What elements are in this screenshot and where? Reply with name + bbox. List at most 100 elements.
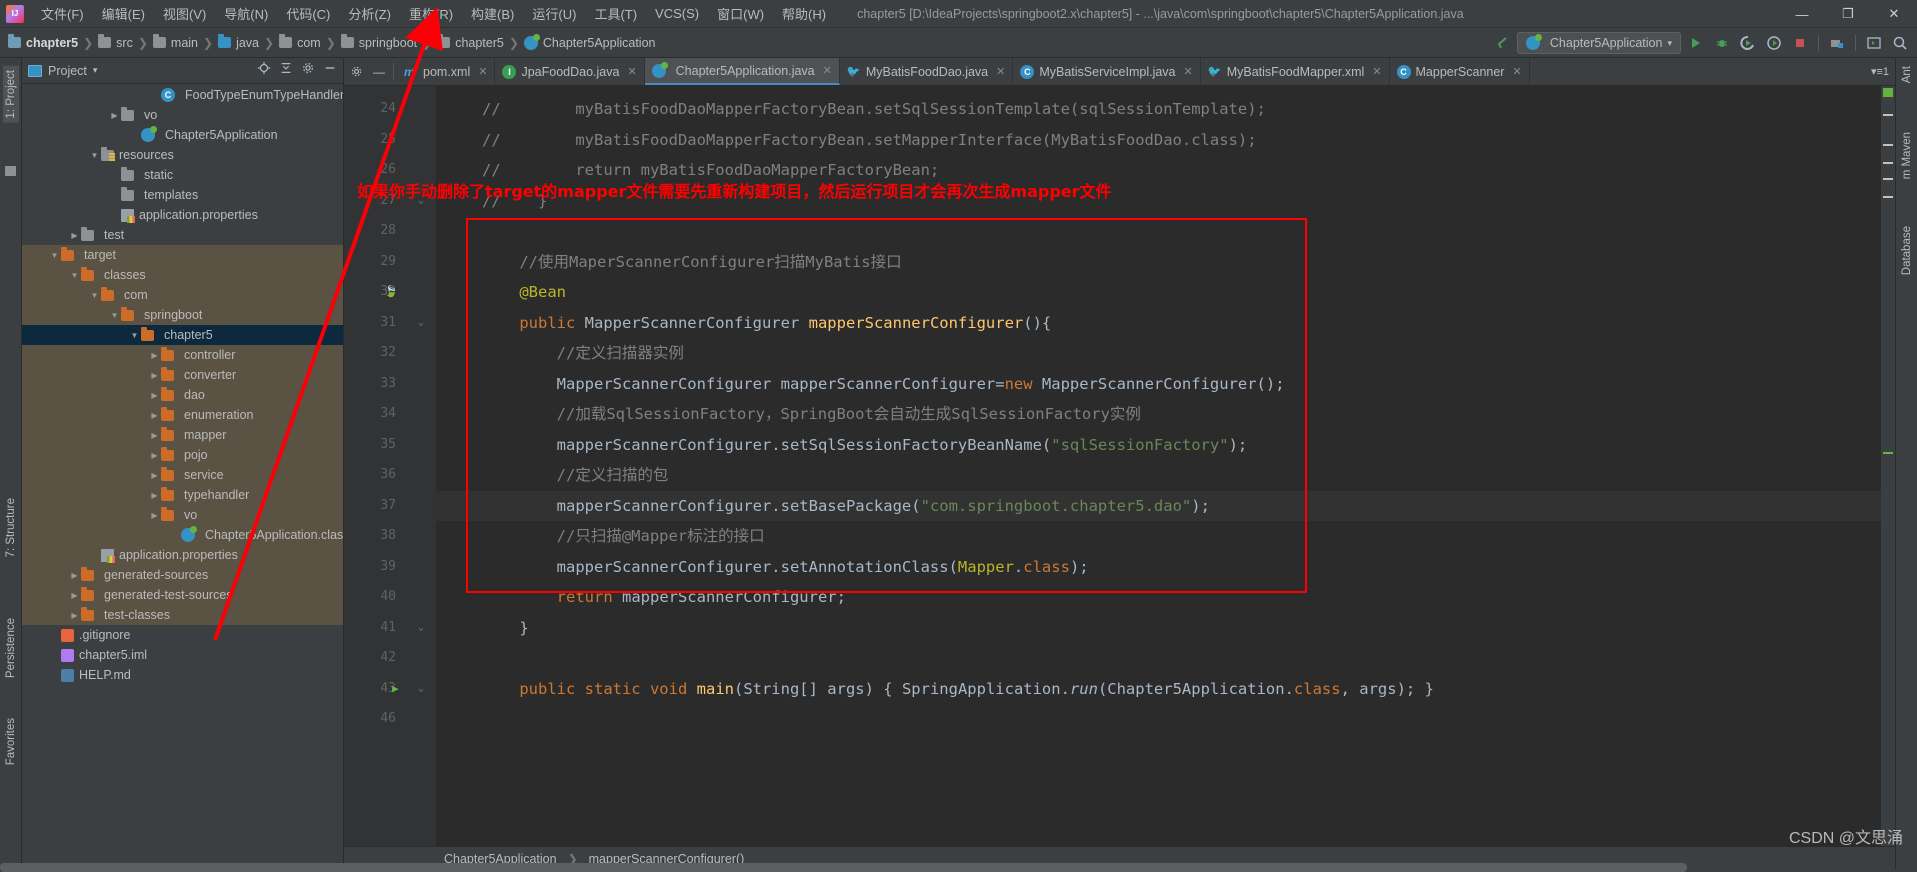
tree-node-target[interactable]: ▼ target [22, 245, 343, 265]
tree-node-help.md[interactable]: HELP.md [22, 665, 343, 685]
editor-hide-icon[interactable]: — [368, 58, 390, 85]
gutter-line[interactable]: 29 [344, 247, 436, 278]
tree-expand-arrow[interactable]: ▼ [88, 291, 101, 300]
menu-bar[interactable]: 文件(F) 编辑(E) 视图(V) 导航(N) 代码(C) 分析(Z) 重构(R… [32, 0, 835, 27]
tree-expand-arrow[interactable]: ▶ [148, 411, 161, 420]
code-line[interactable] [436, 216, 1881, 247]
menu-item-code[interactable]: 代码(C) [277, 0, 339, 27]
gutter-fold-icon[interactable]: ⌄ [418, 613, 424, 644]
breadcrumb-item-main[interactable]: main [152, 34, 198, 50]
gutter-spring-bean-icon[interactable]: 🍃 [384, 277, 398, 308]
breadcrumb-item-src[interactable]: src [98, 34, 133, 50]
tree-node-templates[interactable]: templates [22, 185, 343, 205]
tree-node-pojo[interactable]: ▶ pojo [22, 445, 343, 465]
tree-expand-arrow[interactable]: ▶ [148, 431, 161, 440]
gutter-line[interactable]: 42 [344, 643, 436, 674]
code-line[interactable]: } [436, 613, 1881, 644]
editor-settings-gear-icon[interactable] [344, 58, 368, 85]
editor-tab-mybatisfooddao[interactable]: 🐦 MyBatisFoodDao.java ✕ [840, 58, 1014, 85]
tree-node-enumeration[interactable]: ▶ enumeration [22, 405, 343, 425]
gutter-fold-icon[interactable]: ⌄ [418, 674, 424, 705]
tree-node-generated-test-sources[interactable]: ▶ generated-test-sources [22, 585, 343, 605]
breadcrumb-item-com[interactable]: com [279, 34, 321, 50]
menu-item-run[interactable]: 运行(U) [523, 0, 585, 27]
gutter-line[interactable]: 28 [344, 216, 436, 247]
gutter-line[interactable]: 33 [344, 369, 436, 400]
tree-node-vo[interactable]: ▶ vo [22, 105, 343, 125]
code-line[interactable]: return mapperScannerConfigurer; [436, 582, 1881, 613]
gutter-line[interactable]: 36 [344, 460, 436, 491]
code-line[interactable]: //使用MaperScannerConfigurer扫描MyBatis接口 [436, 247, 1881, 278]
editor-marker-strip[interactable] [1881, 86, 1895, 846]
rail-tab-favorites[interactable]: Favorites [5, 718, 17, 765]
editor-tab-pom-xml[interactable]: m pom.xml ✕ [397, 58, 496, 85]
code-line[interactable]: // myBatisFoodDaoMapperFactoryBean.setMa… [436, 125, 1881, 156]
locate-icon[interactable] [257, 61, 271, 80]
run-with-coverage-icon[interactable] [1737, 32, 1759, 54]
gutter-line[interactable]: 31 ⌄ [344, 308, 436, 339]
menu-item-refactor[interactable]: 重构(R) [400, 0, 462, 27]
close-icon[interactable]: ✕ [823, 64, 832, 77]
breadcrumb-item-java[interactable]: java [218, 34, 259, 50]
close-icon[interactable]: ✕ [1184, 65, 1193, 78]
tree-node-.gitignore[interactable]: .gitignore [22, 625, 343, 645]
tree-expand-arrow[interactable]: ▶ [148, 471, 161, 480]
run-anything-icon[interactable] [1863, 32, 1885, 54]
code-line[interactable]: //加载SqlSessionFactory，SpringBoot会自动生成Sql… [436, 399, 1881, 430]
tree-node-converter[interactable]: ▶ converter [22, 365, 343, 385]
tree-node-foodtypeenumtypehandler[interactable]: C FoodTypeEnumTypeHandler [22, 85, 343, 105]
tree-node-controller[interactable]: ▶ controller [22, 345, 343, 365]
profiler-icon[interactable] [1763, 32, 1785, 54]
close-icon[interactable]: ✕ [1372, 65, 1381, 78]
close-button[interactable]: ✕ [1871, 0, 1917, 28]
tree-node-resources[interactable]: ▼ resources [22, 145, 343, 165]
gutter-line[interactable]: 43 ▶ ⌄ [344, 674, 436, 705]
tree-node-service[interactable]: ▶ service [22, 465, 343, 485]
project-panel-header[interactable]: Project ▾ [22, 58, 343, 84]
code-line[interactable]: mapperScannerConfigurer.setBasePackage("… [436, 490, 1881, 521]
gutter-line[interactable]: 25 [344, 125, 436, 156]
tree-node-com[interactable]: ▼ com [22, 285, 343, 305]
minimize-button[interactable]: — [1779, 0, 1825, 28]
tree-expand-arrow[interactable]: ▶ [108, 111, 121, 120]
tree-node-vo[interactable]: ▶ vo [22, 505, 343, 525]
gutter-line[interactable]: 24 [344, 94, 436, 125]
tree-node-chapter5.iml[interactable]: chapter5.iml [22, 645, 343, 665]
menu-item-tools[interactable]: 工具(T) [585, 0, 646, 27]
run-configuration-selector[interactable]: Chapter5Application ▾ [1516, 32, 1681, 54]
tree-expand-arrow[interactable]: ▼ [68, 271, 81, 280]
rail-tab-project[interactable]: 1: Project [2, 66, 19, 123]
breadcrumb-item-chapter5-pkg[interactable]: chapter5 [437, 34, 504, 50]
tree-node-application.properties[interactable]: application.properties [22, 205, 343, 225]
close-icon[interactable]: ✕ [996, 65, 1005, 78]
navbar-toolbar[interactable]: Chapter5Application ▾ [1491, 28, 1911, 58]
tree-node-chapter5[interactable]: ▼ chapter5 [22, 325, 343, 345]
menu-item-vcs[interactable]: VCS(S) [646, 2, 708, 25]
right-tool-rail[interactable]: Ant m Maven Database [1895, 58, 1917, 870]
back-arrow-icon[interactable] [1491, 32, 1513, 54]
code-line[interactable]: //定义扫描的包 [436, 460, 1881, 491]
gutter-line[interactable]: 41 ⌄ [344, 613, 436, 644]
project-tree[interactable]: C FoodTypeEnumTypeHandler ▶ vo Chapter5Appli… [22, 84, 343, 870]
tree-node-generated-sources[interactable]: ▶ generated-sources [22, 565, 343, 585]
tree-expand-arrow[interactable]: ▼ [48, 251, 61, 260]
tree-expand-arrow[interactable]: ▶ [148, 451, 161, 460]
gutter-line[interactable]: 39 [344, 552, 436, 583]
hide-panel-icon[interactable] [323, 61, 337, 80]
tree-expand-arrow[interactable]: ▶ [68, 591, 81, 600]
breadcrumb-item-chapter5[interactable]: chapter5 [8, 34, 78, 50]
gutter-run-icon[interactable]: ▶ [392, 674, 399, 705]
editor-tab-mybatisserviceimpl[interactable]: C MyBatisServiceImpl.java ✕ [1013, 58, 1201, 85]
tree-node-static[interactable]: static [22, 165, 343, 185]
breadcrumb-item-springboot[interactable]: springboot [340, 34, 417, 50]
build-project-icon[interactable] [1826, 32, 1848, 54]
tab-overflow-control[interactable]: ▾≡1 [1871, 58, 1895, 85]
menu-item-window[interactable]: 窗口(W) [708, 0, 773, 27]
code-line[interactable]: @Bean [436, 277, 1881, 308]
gutter-line[interactable]: 35 [344, 430, 436, 461]
menu-item-view[interactable]: 视图(V) [154, 0, 215, 27]
window-controls[interactable]: — ❐ ✕ [1779, 0, 1917, 28]
tree-node-classes[interactable]: ▼ classes [22, 265, 343, 285]
code-line[interactable]: MapperScannerConfigurer mapperScannerCon… [436, 369, 1881, 400]
tree-expand-arrow[interactable]: ▶ [148, 511, 161, 520]
